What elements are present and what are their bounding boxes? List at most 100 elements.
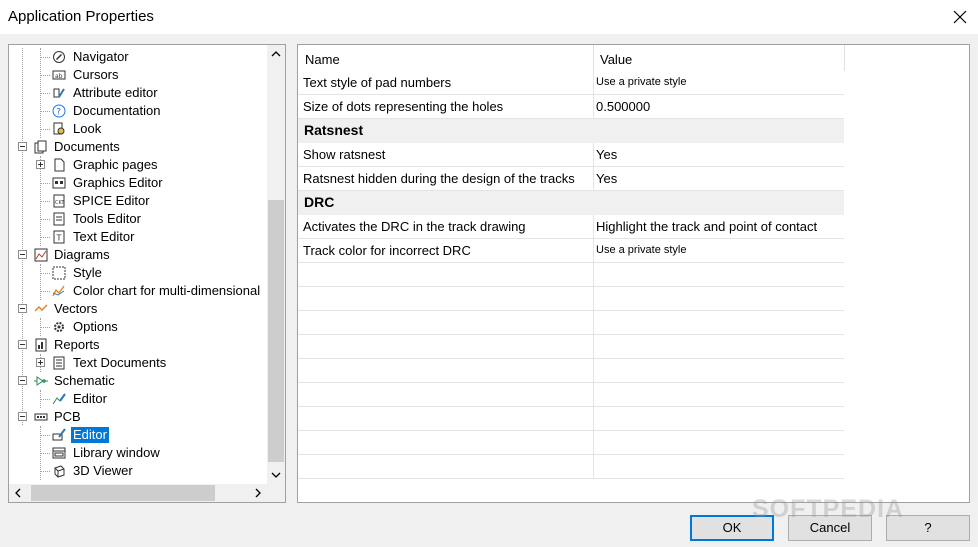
collapse-icon[interactable] xyxy=(18,340,27,349)
expand-icon[interactable] xyxy=(36,358,45,367)
tree-item-text-editor[interactable]: T Text Editor xyxy=(9,228,267,246)
svg-text:T: T xyxy=(56,234,62,243)
name-column-header[interactable]: Name xyxy=(305,52,340,67)
property-value[interactable]: Use a private style xyxy=(596,71,842,94)
property-group-header[interactable]: Ratsnest xyxy=(298,119,844,143)
tree-horizontal-scrollbar[interactable] xyxy=(9,484,267,502)
tree-item-label: Text Documents xyxy=(73,355,167,370)
property-row[interactable]: Activates the DRC in the track drawing Hi… xyxy=(298,215,844,239)
property-value[interactable]: Yes xyxy=(596,167,842,190)
property-row[interactable]: Ratsnest hidden during the design of the… xyxy=(298,167,844,191)
collapse-icon[interactable] xyxy=(18,376,27,385)
value-column-header[interactable]: Value xyxy=(600,52,632,67)
documents-icon xyxy=(34,140,48,154)
tree-item-tools-editor[interactable]: Tools Editor xyxy=(9,210,267,228)
collapse-icon[interactable] xyxy=(18,304,27,313)
svg-text:?: ? xyxy=(56,108,61,118)
title-bar: Application Properties xyxy=(0,0,978,34)
tree-item-attribute-editor[interactable]: Attribute editor xyxy=(9,84,267,102)
group-label: Ratsnest xyxy=(304,122,364,138)
tree-item-label: Attribute editor xyxy=(73,85,158,100)
tree-vertical-scrollbar[interactable] xyxy=(267,45,285,484)
collapse-icon[interactable] xyxy=(18,412,27,421)
empty-property-row xyxy=(298,455,844,479)
property-name: Size of dots representing the holes xyxy=(303,99,504,114)
tree-item-label: Style xyxy=(73,265,102,280)
property-name: Text style of pad numbers xyxy=(303,75,452,90)
library-window-icon xyxy=(52,446,66,460)
tree-item-label: Tools Editor xyxy=(73,211,141,226)
text-editor-icon: T xyxy=(52,230,66,244)
property-group-header[interactable]: DRC xyxy=(298,191,844,215)
tree-item-vectors[interactable]: Vectors xyxy=(9,300,267,318)
tree-item-label: SPICE Editor xyxy=(73,193,150,208)
tree-item-graphics-editor[interactable]: Graphics Editor xyxy=(9,174,267,192)
color-chart-icon xyxy=(52,284,66,298)
reports-icon xyxy=(34,338,48,352)
tree-item-pcb[interactable]: PCB xyxy=(9,408,267,426)
property-row[interactable]: Text style of pad numbers Use a private s… xyxy=(298,71,844,95)
scroll-left-icon[interactable] xyxy=(9,484,27,502)
tree-item-label: Schematic xyxy=(54,373,115,388)
collapse-icon[interactable] xyxy=(18,250,27,259)
diagram-icon xyxy=(34,248,48,262)
tree-item-label: Cursors xyxy=(73,67,119,82)
property-value[interactable]: Use a private style xyxy=(596,239,842,262)
property-value[interactable]: Highlight the track and point of contact xyxy=(596,215,842,238)
tree-item-reports[interactable]: Reports xyxy=(9,336,267,354)
tree-item-text-documents[interactable]: Text Documents xyxy=(9,354,267,372)
tree-item-label: Graphics Editor xyxy=(73,175,163,190)
3d-viewer-icon xyxy=(52,464,66,478)
empty-property-row xyxy=(298,311,844,335)
window-title: Application Properties xyxy=(8,8,154,25)
property-value[interactable]: Yes xyxy=(596,143,842,166)
scroll-down-icon[interactable] xyxy=(267,466,285,484)
tree-item-editor[interactable]: Editor xyxy=(9,390,267,408)
vertical-scroll-thumb[interactable] xyxy=(268,200,284,462)
tree-item-3d-viewer[interactable]: 3D Viewer xyxy=(9,462,267,480)
tree-item-label: Navigator xyxy=(73,49,129,64)
cursors-icon: ab xyxy=(52,68,66,82)
property-row[interactable]: Size of dots representing the holes 0.500… xyxy=(298,95,844,119)
svg-text:CKT: CKT xyxy=(55,200,65,206)
empty-property-row xyxy=(298,383,844,407)
tree-item-style[interactable]: Style xyxy=(9,264,267,282)
tree-item-cursors[interactable]: ab Cursors xyxy=(9,66,267,84)
property-row[interactable]: Track color for incorrect DRC Use a priva… xyxy=(298,239,844,263)
scroll-right-icon[interactable] xyxy=(249,484,267,502)
compass-icon xyxy=(52,50,66,64)
property-value[interactable]: 0.500000 xyxy=(596,95,842,118)
property-row[interactable]: Show ratsnest Yes xyxy=(298,143,844,167)
tree-item-options[interactable]: Options xyxy=(9,318,267,336)
tree-item-documentation[interactable]: ? Documentation xyxy=(9,102,267,120)
horizontal-scroll-thumb[interactable] xyxy=(31,485,215,501)
tree-item-graphic-pages[interactable]: Graphic pages xyxy=(9,156,267,174)
tree-item-label: Documents xyxy=(54,139,120,154)
tree-item-navigator[interactable]: Navigator xyxy=(9,48,267,66)
scroll-up-icon[interactable] xyxy=(267,45,285,63)
expand-icon[interactable] xyxy=(36,160,45,169)
column-separator-end xyxy=(844,45,845,71)
tree-item-spice-editor[interactable]: CKT SPICE Editor xyxy=(9,192,267,210)
tree-item-label: Editor xyxy=(73,391,107,406)
tree-item-look[interactable]: Look xyxy=(9,120,267,138)
schematic-editor-icon xyxy=(52,392,66,406)
pcb-editor-icon xyxy=(52,428,66,442)
tree-item-diagrams[interactable]: Diagrams xyxy=(9,246,267,264)
tools-editor-icon xyxy=(52,212,66,226)
tree-item-label: Reports xyxy=(54,337,100,352)
close-icon[interactable] xyxy=(948,6,972,28)
property-name: Activates the DRC in the track drawing xyxy=(303,219,526,234)
graphics-editor-icon xyxy=(52,176,66,190)
collapse-icon[interactable] xyxy=(18,142,27,151)
tree-item-color-chart-for-multi-dimensional[interactable]: Color chart for multi-dimensional xyxy=(9,282,267,300)
options-icon xyxy=(52,320,66,334)
tree-item-library-window[interactable]: Library window xyxy=(9,444,267,462)
tree-item-schematic[interactable]: Schematic xyxy=(9,372,267,390)
svg-text:ab: ab xyxy=(55,73,63,80)
tree-item-documents[interactable]: Documents xyxy=(9,138,267,156)
category-tree[interactable]: Navigator ab Cursors Attribute editor? Docum… xyxy=(8,44,286,503)
column-separator[interactable] xyxy=(593,45,594,71)
empty-property-row xyxy=(298,431,844,455)
tree-item-editor[interactable]: Editor xyxy=(9,426,267,444)
